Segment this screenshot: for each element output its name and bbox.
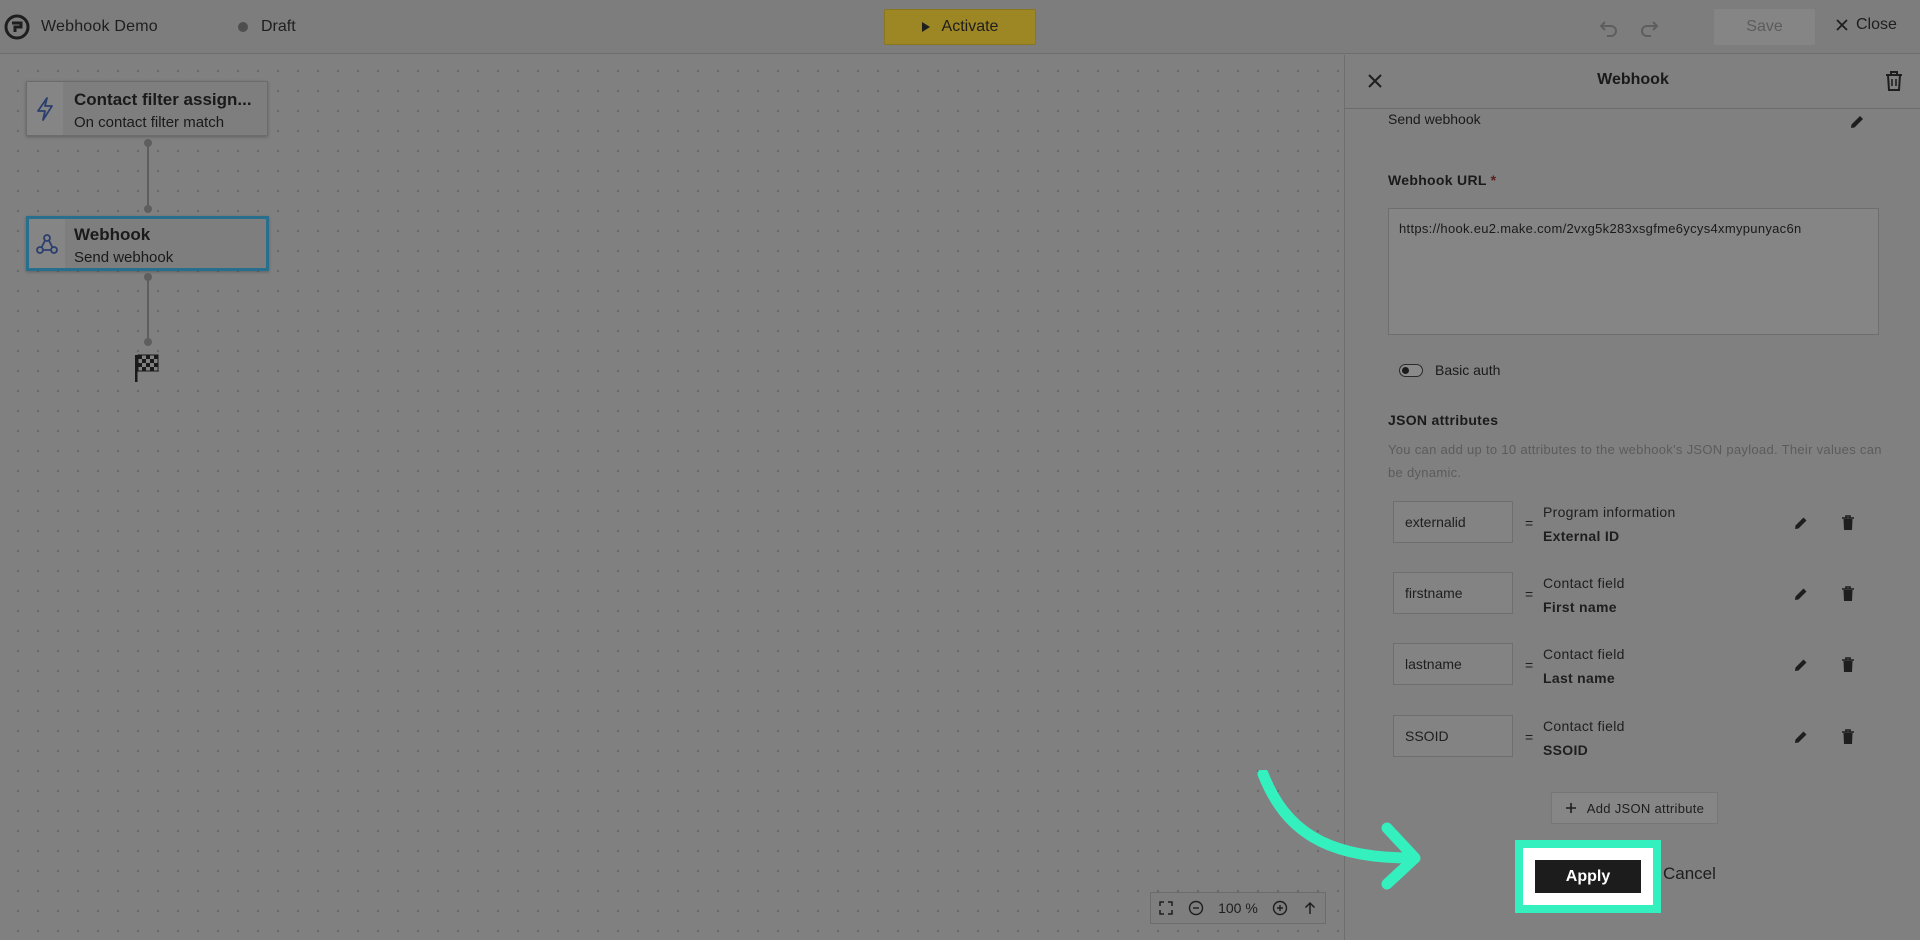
edit-pencil-icon[interactable] xyxy=(1848,113,1866,131)
webhook-node[interactable]: Webhook Send webhook xyxy=(26,216,269,271)
attribute-field: External ID xyxy=(1543,528,1620,544)
toggle-knob xyxy=(1402,367,1409,374)
trigger-node[interactable]: Contact filter assign... On contact filt… xyxy=(26,81,268,136)
attribute-key-field[interactable]: externalid xyxy=(1393,501,1513,543)
json-attribute-row: firstname = Contact field First name xyxy=(1393,572,1893,616)
connector-line xyxy=(147,277,149,343)
attribute-field: SSOID xyxy=(1543,742,1589,758)
attribute-source: Contact field xyxy=(1543,646,1625,662)
attribute-field: First name xyxy=(1543,599,1617,615)
close-editor-button[interactable]: Close xyxy=(1836,16,1897,34)
attribute-key-field[interactable]: firstname xyxy=(1393,572,1513,614)
basic-auth-toggle[interactable] xyxy=(1399,364,1423,377)
node-subtitle: Send webhook xyxy=(74,249,174,266)
panel-title: Webhook xyxy=(1597,71,1669,88)
zoom-controls: 100 % xyxy=(1150,892,1326,924)
connector-line xyxy=(147,143,149,209)
edit-pencil-icon[interactable] xyxy=(1793,657,1809,673)
app-logo-icon[interactable] xyxy=(4,14,30,40)
finish-flag-icon xyxy=(135,354,159,382)
edit-pencil-icon[interactable] xyxy=(1793,586,1809,602)
zoom-level: 100 % xyxy=(1218,900,1258,916)
equals-sign: = xyxy=(1525,657,1534,673)
webhook-settings-panel: Webhook Send webhook Webhook URL * https… xyxy=(1344,55,1920,940)
save-button[interactable]: Save xyxy=(1714,9,1815,45)
close-label: Close xyxy=(1856,16,1897,33)
attribute-source: Contact field xyxy=(1543,575,1625,591)
node-title: Contact filter assign... xyxy=(74,90,252,109)
fit-screen-icon[interactable] xyxy=(1158,900,1174,916)
workflow-canvas[interactable]: Contact filter assign... On contact filt… xyxy=(0,55,1343,940)
add-json-attribute-label: Add JSON attribute xyxy=(1586,800,1705,816)
lightning-icon xyxy=(37,96,53,121)
attribute-key-field[interactable]: lastname xyxy=(1393,643,1513,685)
basic-auth-label: Basic auth xyxy=(1435,362,1501,378)
trash-icon[interactable] xyxy=(1840,585,1856,603)
trash-icon[interactable] xyxy=(1840,728,1856,746)
step-name: Send webhook xyxy=(1388,111,1481,127)
play-icon xyxy=(921,22,930,32)
apply-button[interactable]: Apply xyxy=(1535,860,1641,893)
add-json-attribute-button[interactable]: Add JSON attribute xyxy=(1551,792,1718,824)
trash-icon[interactable] xyxy=(1840,514,1856,532)
json-attribute-row: externalid = Program information Externa… xyxy=(1393,501,1893,545)
attribute-key-field[interactable]: SSOID xyxy=(1393,715,1513,757)
status-text: Draft xyxy=(261,18,296,35)
trash-icon[interactable] xyxy=(1840,656,1856,674)
zoom-out-icon[interactable] xyxy=(1188,900,1204,916)
required-marker: * xyxy=(1490,172,1497,188)
equals-sign: = xyxy=(1525,586,1534,602)
trash-icon[interactable] xyxy=(1883,69,1905,93)
save-label: Save xyxy=(1746,18,1783,35)
attribute-source: Program information xyxy=(1543,504,1676,520)
undo-icon[interactable] xyxy=(1597,15,1621,39)
equals-sign: = xyxy=(1525,515,1534,531)
json-attribute-row: lastname = Contact field Last name xyxy=(1393,643,1893,687)
edit-pencil-icon[interactable] xyxy=(1793,729,1809,745)
activate-button[interactable]: Activate xyxy=(884,9,1036,45)
highlight-arrow-icon xyxy=(1257,770,1421,890)
apply-label: Apply xyxy=(1565,867,1611,885)
connector-dot xyxy=(144,205,152,213)
webhook-url-label: Webhook URL * xyxy=(1388,172,1497,188)
webhook-icon xyxy=(36,233,58,254)
node-title: Webhook xyxy=(74,225,151,244)
cancel-button[interactable]: Cancel xyxy=(1663,864,1716,884)
panel-header: Webhook xyxy=(1345,55,1920,109)
attribute-field: Last name xyxy=(1543,670,1615,686)
activate-label: Activate xyxy=(941,18,999,35)
edit-pencil-icon[interactable] xyxy=(1793,515,1809,531)
redo-icon[interactable] xyxy=(1637,15,1661,39)
json-attributes-label: JSON attributes xyxy=(1388,412,1499,428)
attribute-source: Contact field xyxy=(1543,718,1625,734)
plus-icon xyxy=(1565,803,1576,813)
json-attribute-row: SSOID = Contact field SSOID xyxy=(1393,715,1893,759)
json-attributes-helper: You can add up to 10 attributes to the w… xyxy=(1388,442,1882,480)
close-icon xyxy=(1836,19,1848,31)
top-bar: Webhook Demo Draft Activate Save Close xyxy=(0,0,1920,54)
arrow-up-icon[interactable] xyxy=(1302,900,1318,916)
node-subtitle: On contact filter match xyxy=(74,114,225,131)
app-title: Webhook Demo xyxy=(41,18,158,35)
status-dot-icon xyxy=(238,22,248,32)
equals-sign: = xyxy=(1525,729,1534,745)
webhook-url-field[interactable]: https://hook.eu2.make.com/2vxg5k283xsgfm… xyxy=(1388,208,1879,335)
zoom-in-icon[interactable] xyxy=(1272,900,1288,916)
connector-dot xyxy=(144,338,152,346)
